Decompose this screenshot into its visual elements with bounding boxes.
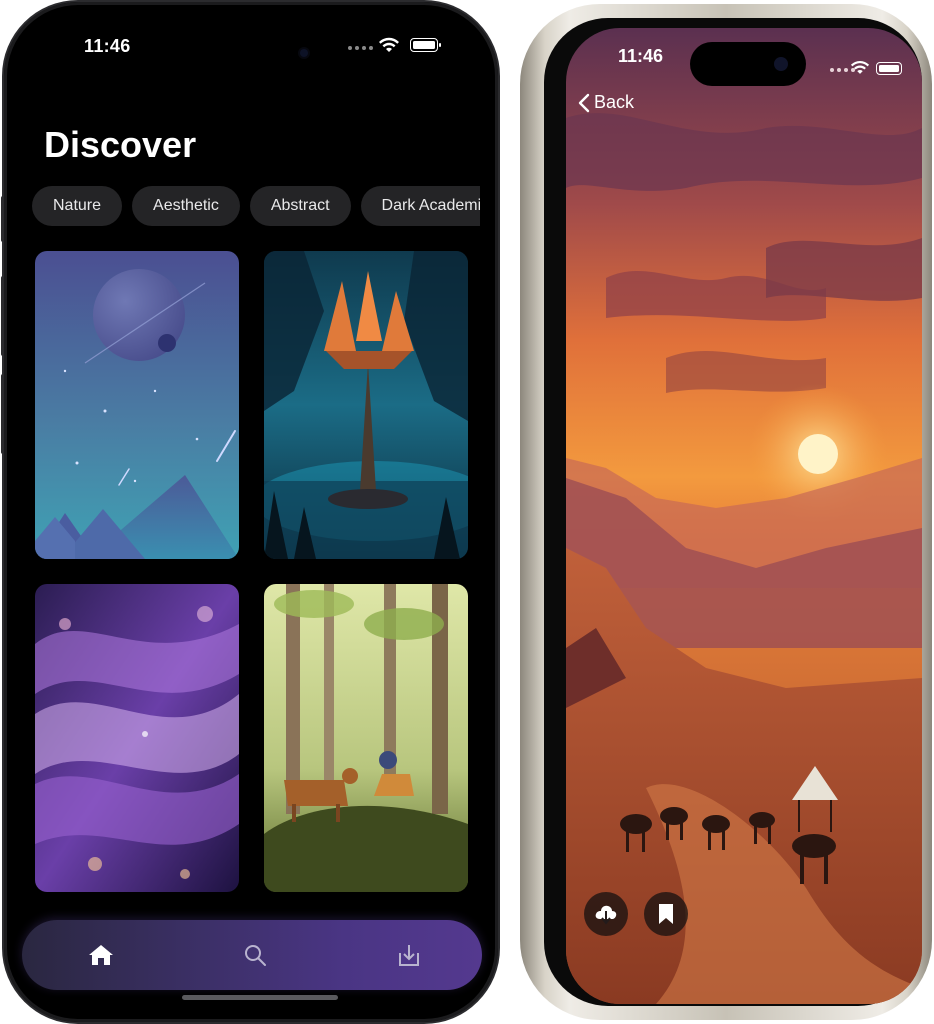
- page-title: Discover: [44, 124, 197, 165]
- wallpaper-forest-image: [264, 584, 468, 892]
- tab-home[interactable]: [84, 938, 118, 972]
- status-bar: 11:46: [4, 32, 498, 62]
- right-phone: 11:46 Back: [520, 4, 932, 1020]
- battery-icon: [410, 38, 441, 52]
- battery-icon: [876, 62, 902, 75]
- bookmark-wallpaper-button[interactable]: [644, 892, 688, 936]
- wallpaper-space-image: [35, 251, 239, 559]
- wallpaper-card-abstract-waves[interactable]: [35, 584, 239, 892]
- tab-downloads[interactable]: [392, 938, 426, 972]
- tab-bar: [22, 920, 482, 990]
- wifi-icon: [850, 60, 870, 74]
- category-chip-dark-academia[interactable]: Dark Academia: [360, 186, 480, 226]
- wallpaper-card-space[interactable]: [35, 251, 239, 559]
- desert-sunset-wallpaper: [566, 28, 922, 1004]
- back-button[interactable]: Back: [578, 92, 634, 113]
- category-chip-aesthetic[interactable]: Aesthetic: [132, 186, 240, 226]
- category-chip-nature[interactable]: Nature: [32, 186, 123, 226]
- download-wallpaper-button[interactable]: [584, 892, 628, 936]
- home-icon: [89, 945, 113, 965]
- wallpaper-card-forest[interactable]: [264, 584, 468, 892]
- wallpaper-card-fantasy-swamp[interactable]: [264, 251, 468, 559]
- wallpaper-abstract-image: [35, 584, 239, 892]
- status-time: 11:46: [618, 46, 664, 66]
- wifi-icon: [379, 37, 399, 52]
- status-time: 11:46: [84, 36, 131, 56]
- front-camera: [300, 49, 308, 57]
- cellular-signal-icon: [348, 46, 373, 50]
- wallpaper-preview: [566, 28, 922, 1004]
- category-chips: Nature Aesthetic Abstract Dark Academia: [32, 186, 480, 228]
- tab-search[interactable]: [238, 938, 272, 972]
- back-label: Back: [594, 92, 635, 112]
- left-phone-screen: 11:46 Discover Nature Aesthetic Abstract Da…: [4, 2, 498, 1022]
- bookmark-icon: [659, 904, 673, 924]
- dynamic-island: [690, 42, 806, 86]
- search-icon: [245, 945, 266, 966]
- cloud-download-icon: [595, 905, 617, 925]
- category-chip-abstract[interactable]: Abstract: [249, 186, 351, 226]
- home-indicator[interactable]: [182, 995, 338, 1000]
- chevron-left-icon: [578, 93, 590, 112]
- download-icon: [399, 945, 419, 966]
- wallpaper-fantasy-image: [264, 251, 468, 559]
